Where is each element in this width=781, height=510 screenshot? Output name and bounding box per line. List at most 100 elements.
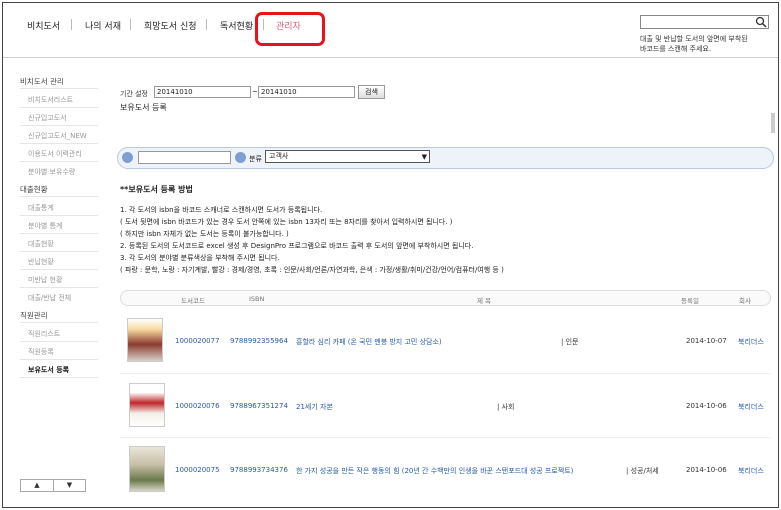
date-range-separator: ~ <box>252 88 258 96</box>
guide-line: ( 파랑 : 문학, 노랑 : 자기계발, 빨강 : 경제/경영, 초록 : 인… <box>120 266 504 274</box>
sidebar-divider <box>20 251 98 252</box>
sidebar-item-staff-register[interactable]: 직원등록 <box>28 347 54 357</box>
scroll-up-button[interactable]: ▲ <box>21 480 53 491</box>
sidebar-divider <box>20 322 98 323</box>
sidebar-item-new-books[interactable]: 신규입고도서 <box>28 113 67 123</box>
sidebar-item-new-books-new[interactable]: 신규입고도서_NEW <box>28 131 87 141</box>
scrollbar-thumb[interactable] <box>771 113 775 133</box>
guide-title: **보유도서 등록 방법 <box>120 185 193 194</box>
sidebar-divider <box>20 233 98 234</box>
page-title: 보유도서 등록 <box>120 103 167 112</box>
sidebar-item-field-stats[interactable]: 분야별 통계 <box>28 221 62 231</box>
book-code-link[interactable]: 1000020075 <box>175 466 220 474</box>
genre-label: 분류 <box>249 155 262 163</box>
row-divider <box>120 373 771 374</box>
search-help-line: 대출 및 반납할 도서의 앞면에 부착된 <box>640 35 748 43</box>
row-divider <box>120 437 771 438</box>
sidebar-divider <box>20 107 98 108</box>
guide-line: 3. 각 도서의 분야별 분류색상을 부착해 주시면 됩니다. <box>120 254 280 262</box>
guide-line: 2. 등록된 도서의 도서코드로 excel 생성 후 DesignPro 프로… <box>120 242 474 250</box>
nav-divider <box>130 19 131 30</box>
sidebar-divider <box>20 287 98 288</box>
sidebar-group-staff[interactable]: 직원관리 <box>20 310 48 321</box>
top-nav: 비치도서 나의 서재 희망도서 신청 독서현황 관리자 대출 및 반납할 도서의… <box>3 3 778 58</box>
book-category: | 성공/처세 <box>626 467 659 475</box>
book-title-link[interactable]: 한 가지 성공을 만든 작은 행동의 힘 (20년 간 수백만의 인생을 바꾼 … <box>296 466 573 476</box>
search-icon[interactable] <box>755 16 768 28</box>
column-header[interactable]: 등록일 <box>681 295 699 305</box>
search-help-line: 바코드를 스캔해 주세요. <box>640 45 712 53</box>
company-link[interactable]: 북리더스 <box>738 337 764 347</box>
sidebar-item-return-status[interactable]: 반납현황 <box>28 257 54 267</box>
date-to-input[interactable]: 20141010 <box>258 86 355 98</box>
sidebar-item-book-list[interactable]: 비치도서리스트 <box>28 95 73 105</box>
registered-date: 2014-10-07 <box>686 337 727 345</box>
column-header[interactable]: 제 목 <box>477 295 491 305</box>
book-category: | 사회 <box>497 403 515 411</box>
book-code-link[interactable]: 1000020076 <box>175 402 220 410</box>
book-title-link[interactable]: 흥할라 심리 카페 (온 국민 멘붕 방지 고민 상담소) <box>296 337 442 347</box>
sidebar: 비치도서 관리 비치도서리스트 신규입고도서 신규입고도서_NEW 이용도서 이… <box>3 59 98 507</box>
nav-item-reading-status[interactable]: 독서현황 <box>220 19 253 32</box>
company-link[interactable]: 북리더스 <box>738 402 764 412</box>
sidebar-divider <box>20 377 98 378</box>
sidebar-group-loans[interactable]: 대출현황 <box>20 184 48 195</box>
period-label: 기간 설정 <box>120 90 148 98</box>
sidebar-divider <box>20 359 98 360</box>
nav-item-books[interactable]: 비치도서 <box>27 19 60 32</box>
sidebar-divider <box>20 88 98 89</box>
book-cover-image <box>127 318 163 362</box>
nav-item-my-library[interactable]: 나의 서재 <box>85 19 121 32</box>
chevron-down-icon: ▼ <box>421 153 427 161</box>
company-link[interactable]: 북리더스 <box>738 466 764 476</box>
nav-divider <box>71 19 72 30</box>
barcode-search-input[interactable] <box>640 15 769 29</box>
sidebar-item-loan-status[interactable]: 대출현황 <box>28 239 54 249</box>
guide-line: ( 하지만 isbn 자체가 없는 도서는 등록이 불가능합니다. ) <box>120 230 289 238</box>
nav-divider <box>206 19 207 30</box>
isbn-input[interactable] <box>138 151 231 164</box>
nav-item-request[interactable]: 희망도서 신청 <box>144 19 197 32</box>
column-header[interactable]: ISBN <box>249 295 264 303</box>
admin-highlight-annotation <box>255 12 325 46</box>
sidebar-divider <box>20 125 98 126</box>
sidebar-item-loan-return-all[interactable]: 대출/반납 전체 <box>28 293 71 303</box>
genre-select[interactable]: 고객사 ▼ <box>265 150 430 163</box>
sidebar-group-books[interactable]: 비치도서 관리 <box>20 76 64 87</box>
table-header: 도서코드 ISBN 제 목 등록일 회사 <box>120 290 771 306</box>
isbn-link[interactable]: 9788967351274 <box>230 402 288 410</box>
book-code-link[interactable]: 1000020077 <box>175 337 220 345</box>
sidebar-item-unreturned[interactable]: 미반납 현황 <box>28 275 62 285</box>
search-help-text: 대출 및 반납할 도서의 앞면에 부착된 바코드를 스캔해 주세요. <box>640 34 775 54</box>
isbn-link[interactable]: 9788993734376 <box>230 466 288 474</box>
guide-line: ( 도서 뒷면에 isbn 바코드가 있는 경우 도서 안쪽에 있는 isbn … <box>120 218 453 226</box>
book-cover-image <box>129 383 165 427</box>
sidebar-item-usage-history[interactable]: 이용도서 이력관리 <box>28 149 82 159</box>
sidebar-divider <box>20 161 98 162</box>
isbn-link[interactable]: 9788992355964 <box>230 337 288 345</box>
scroll-down-button[interactable]: ▼ <box>53 480 85 491</box>
sidebar-divider <box>20 143 98 144</box>
period-search-button[interactable]: 검색 <box>358 85 385 99</box>
sidebar-item-holdings-by-field[interactable]: 분야별 보유수량 <box>28 167 75 177</box>
book-category: | 인문 <box>561 338 579 346</box>
date-from-input[interactable]: 20141010 <box>154 86 251 98</box>
registered-date: 2014-10-06 <box>686 466 727 474</box>
sidebar-item-loan-stats[interactable]: 대출통계 <box>28 203 54 213</box>
column-header[interactable]: 회사 <box>739 295 751 305</box>
sidebar-divider <box>20 196 98 197</box>
app-window: 비치도서 나의 서재 희망도서 신청 독서현황 관리자 대출 및 반납할 도서의… <box>2 2 779 508</box>
genre-icon <box>235 152 246 163</box>
column-header[interactable]: 도서코드 <box>181 295 205 305</box>
book-title-link[interactable]: 21세기 자본 <box>296 402 333 412</box>
sidebar-item-staff-list[interactable]: 직원리스트 <box>28 329 60 339</box>
sidebar-divider <box>20 215 98 216</box>
barcode-icon <box>122 152 133 163</box>
sidebar-divider <box>20 341 98 342</box>
sidebar-divider <box>20 269 98 270</box>
book-cover-image <box>129 446 165 492</box>
sidebar-item-register-holdings[interactable]: 보유도서 등록 <box>28 365 69 375</box>
guide-line: 1. 각 도서의 isbn을 바코드 스캐너로 스캔하시면 도서가 등록됩니다. <box>120 206 323 214</box>
genre-selected-value: 고객사 <box>269 152 289 160</box>
registered-date: 2014-10-06 <box>686 402 727 410</box>
